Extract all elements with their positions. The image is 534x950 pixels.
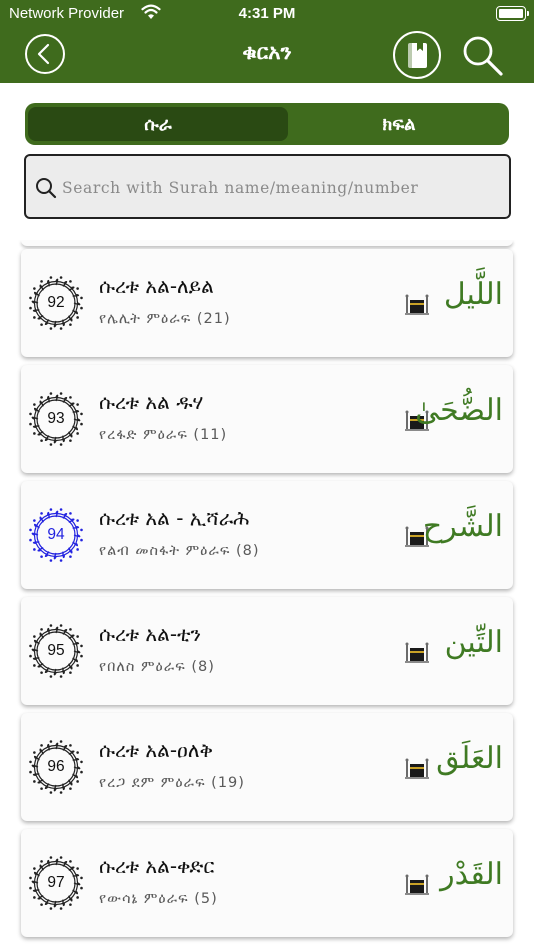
surah-list[interactable]: 92 ሱረቱ አል-ለይል የሌሊት ምዕራፍ (21) اللَّيل 93 ሱረቱ አ… bbox=[0, 240, 534, 950]
surah-list-item[interactable]: 96 ሱረቱ አል-ዐለቅ የረጋ ደም ምዕራፍ (19) العَلَق bbox=[21, 713, 513, 821]
surah-name: ሱረቱ አል-ለይል bbox=[99, 274, 214, 298]
surah-number-badge: 93 bbox=[27, 390, 85, 448]
kaaba-icon bbox=[405, 294, 429, 315]
search-input[interactable] bbox=[62, 174, 502, 202]
surah-number: 93 bbox=[47, 410, 65, 427]
search-bar bbox=[24, 154, 511, 219]
surah-list-item[interactable]: 97 ሱረቱ አል-ቀድር የውሳኔ ምዕራፍ (5) القَدْر bbox=[21, 829, 513, 937]
surah-number-badge: 92 bbox=[27, 274, 85, 332]
surah-name: ሱረቱ አል - ኢሻራሕ bbox=[99, 506, 250, 530]
kaaba-icon bbox=[405, 642, 429, 663]
surah-meaning: የልብ መስፋት ምዕራፍ (8) bbox=[99, 543, 260, 559]
page-title: ቁርአን bbox=[242, 40, 292, 64]
partial-list-item bbox=[21, 240, 513, 246]
surah-arabic-name: اللَّيل bbox=[443, 277, 503, 312]
surah-number-badge: 96 bbox=[27, 738, 85, 796]
surah-arabic-name: الشَّرح bbox=[422, 509, 503, 544]
surah-number-badge: 94 bbox=[27, 506, 85, 564]
surah-arabic-name: القَدْر bbox=[440, 857, 503, 892]
surah-number-badge: 95 bbox=[27, 622, 85, 680]
surah-name: ሱረቱ አል-ቀድር bbox=[99, 854, 215, 878]
clock: 4:31 PM bbox=[238, 5, 296, 22]
surah-name: ሱረቱ አል ዱሃ bbox=[99, 390, 204, 414]
battery-icon bbox=[496, 6, 529, 21]
surah-name: ሱረቱ አል-ዐለቅ bbox=[99, 738, 213, 762]
surah-number: 92 bbox=[47, 294, 65, 311]
app-header: Network Provider 4:31 PM ቁርአን bbox=[0, 0, 534, 83]
surah-number: 95 bbox=[47, 642, 65, 659]
surah-list-item[interactable]: 93 ሱረቱ አል ዱሃ የረፋድ ምዕራፍ (11) الضُّحَىٰ bbox=[21, 365, 513, 473]
surah-list-item[interactable]: 92 ሱረቱ አል-ለይል የሌሊት ምዕራፍ (21) اللَّيل bbox=[21, 249, 513, 357]
search-icon bbox=[35, 177, 57, 203]
surah-number-badge: 97 bbox=[27, 854, 85, 912]
surah-meaning: የውሳኔ ምዕራፍ (5) bbox=[99, 891, 218, 907]
tab-section[interactable]: ክፍል bbox=[293, 107, 505, 141]
search-button[interactable] bbox=[460, 33, 506, 79]
surah-number: 94 bbox=[47, 526, 65, 543]
surah-list-item[interactable]: 95 ሱረቱ አል-ቲን የበለስ ምዕራፍ (8) التِّين bbox=[21, 597, 513, 705]
surah-arabic-name: العَلَق bbox=[436, 741, 503, 776]
surah-meaning: የበለስ ምዕራፍ (8) bbox=[99, 659, 215, 675]
surah-meaning: የሌሊት ምዕራፍ (21) bbox=[99, 311, 231, 327]
tab-surah[interactable]: ሱራ bbox=[28, 107, 288, 141]
kaaba-icon bbox=[405, 758, 429, 779]
kaaba-icon bbox=[405, 874, 429, 895]
surah-arabic-name: الضُّحَىٰ bbox=[415, 393, 503, 428]
surah-number: 96 bbox=[47, 758, 65, 775]
surah-list-item[interactable]: 94 ሱረቱ አል - ኢሻራሕ የልብ መስፋት ምዕራፍ (8) الشَّرح bbox=[21, 481, 513, 589]
bookmark-button[interactable] bbox=[393, 31, 441, 79]
search-icon bbox=[463, 36, 503, 76]
surah-arabic-name: التِّين bbox=[444, 625, 503, 660]
book-icon bbox=[408, 43, 427, 68]
surah-meaning: የረጋ ደም ምዕራፍ (19) bbox=[99, 775, 245, 791]
surah-meaning: የረፋድ ምዕራፍ (11) bbox=[99, 427, 228, 443]
surah-section-toggle: ሱራ ክፍል bbox=[25, 103, 509, 145]
surah-name: ሱረቱ አል-ቲን bbox=[99, 622, 202, 646]
surah-number: 97 bbox=[47, 874, 65, 891]
status-bar: Network Provider 4:31 PM bbox=[0, 0, 534, 28]
